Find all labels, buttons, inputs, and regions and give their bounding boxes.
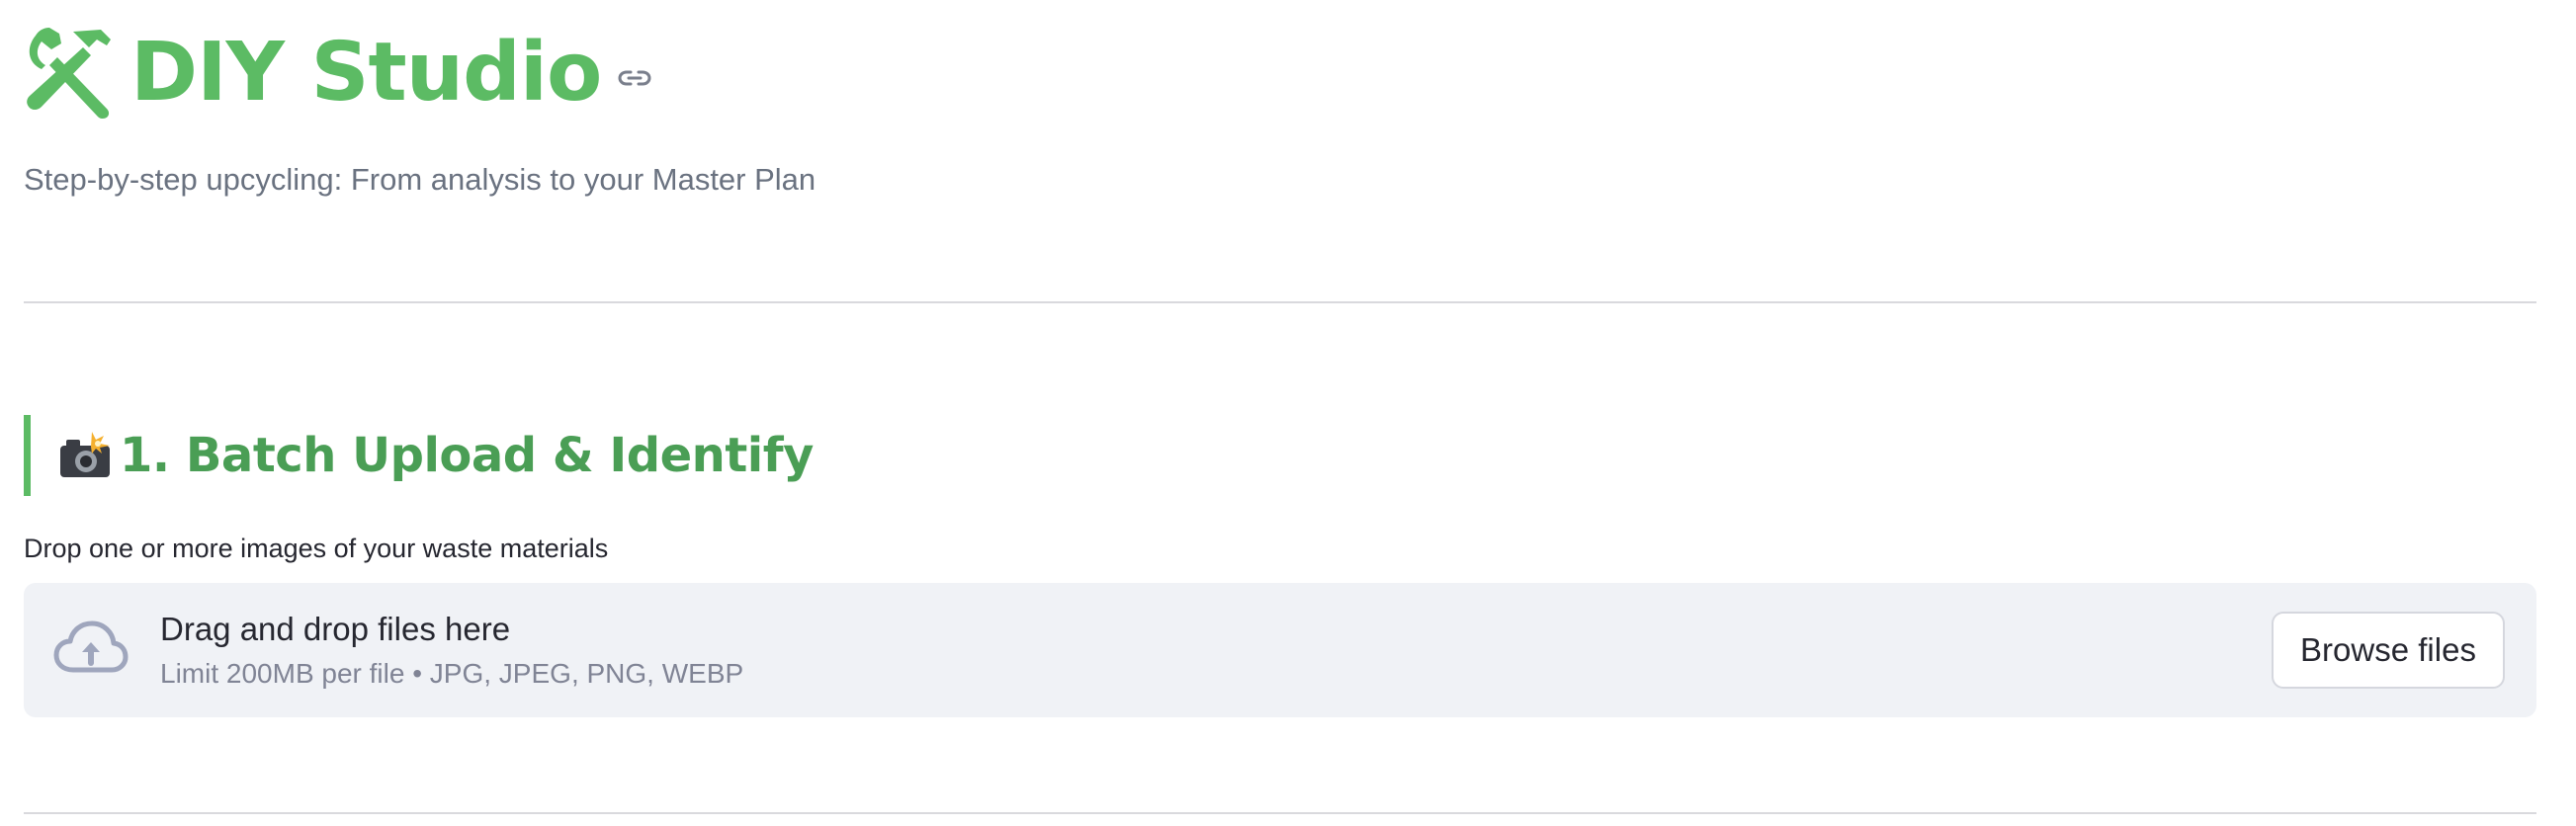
page-title: DIY Studio bbox=[130, 26, 602, 120]
dropzone-limit-text: Limit 200MB per file • JPG, JPEG, PNG, W… bbox=[160, 658, 744, 689]
divider bbox=[24, 812, 2536, 814]
page-header: DIY Studio bbox=[24, 14, 652, 132]
hammer-and-wrench-icon bbox=[24, 26, 113, 121]
section-header: 1. Batch Upload & Identify bbox=[24, 415, 814, 496]
upload-label: Drop one or more images of your waste ma… bbox=[24, 534, 609, 563]
camera-with-flash-icon bbox=[58, 432, 112, 479]
page-subtitle: Step-by-step upcycling: From analysis to… bbox=[24, 162, 816, 197]
browse-files-button[interactable]: Browse files bbox=[2272, 612, 2505, 689]
divider bbox=[24, 301, 2536, 303]
cloud-upload-icon bbox=[53, 619, 129, 680]
file-dropzone[interactable]: Drag and drop files here Limit 200MB per… bbox=[24, 583, 2536, 717]
section-title: 1. Batch Upload & Identify bbox=[120, 428, 814, 483]
dropzone-title: Drag and drop files here bbox=[160, 611, 511, 647]
link-icon[interactable] bbox=[617, 60, 652, 96]
